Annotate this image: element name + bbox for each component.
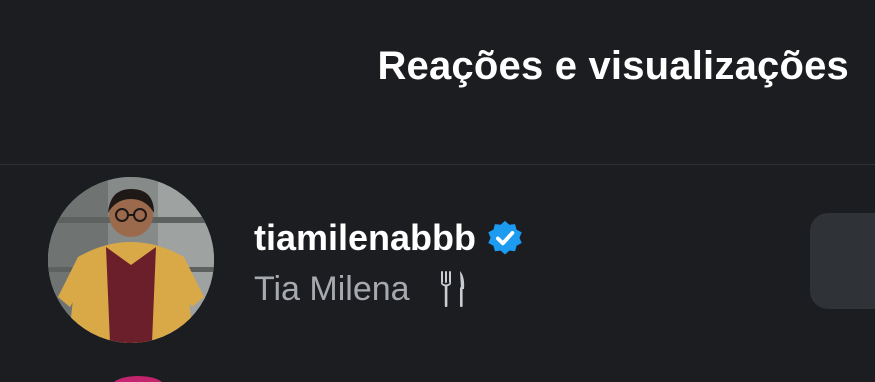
viewer-row[interactable]: tiamilenabbb Tia Milena <box>0 165 875 365</box>
page-title: Reações e visualizações <box>377 44 849 88</box>
avatar[interactable] <box>48 177 214 343</box>
full-name-line: Tia Milena <box>254 269 468 309</box>
reactions-and-views-sheet: Reações e visualizações tiamilenabbb Tia… <box>0 0 875 382</box>
row-action-button[interactable] <box>810 213 875 309</box>
sheet-header: Reações e visualizações <box>0 0 875 164</box>
username-line: tiamilenabbb <box>254 217 524 259</box>
verified-badge-icon <box>486 219 524 257</box>
avatar-photo <box>48 177 214 343</box>
next-viewer-avatar-peek[interactable] <box>112 376 164 382</box>
full-name: Tia Milena <box>254 269 410 308</box>
fork-and-knife-icon <box>438 269 468 309</box>
username[interactable]: tiamilenabbb <box>254 217 476 259</box>
